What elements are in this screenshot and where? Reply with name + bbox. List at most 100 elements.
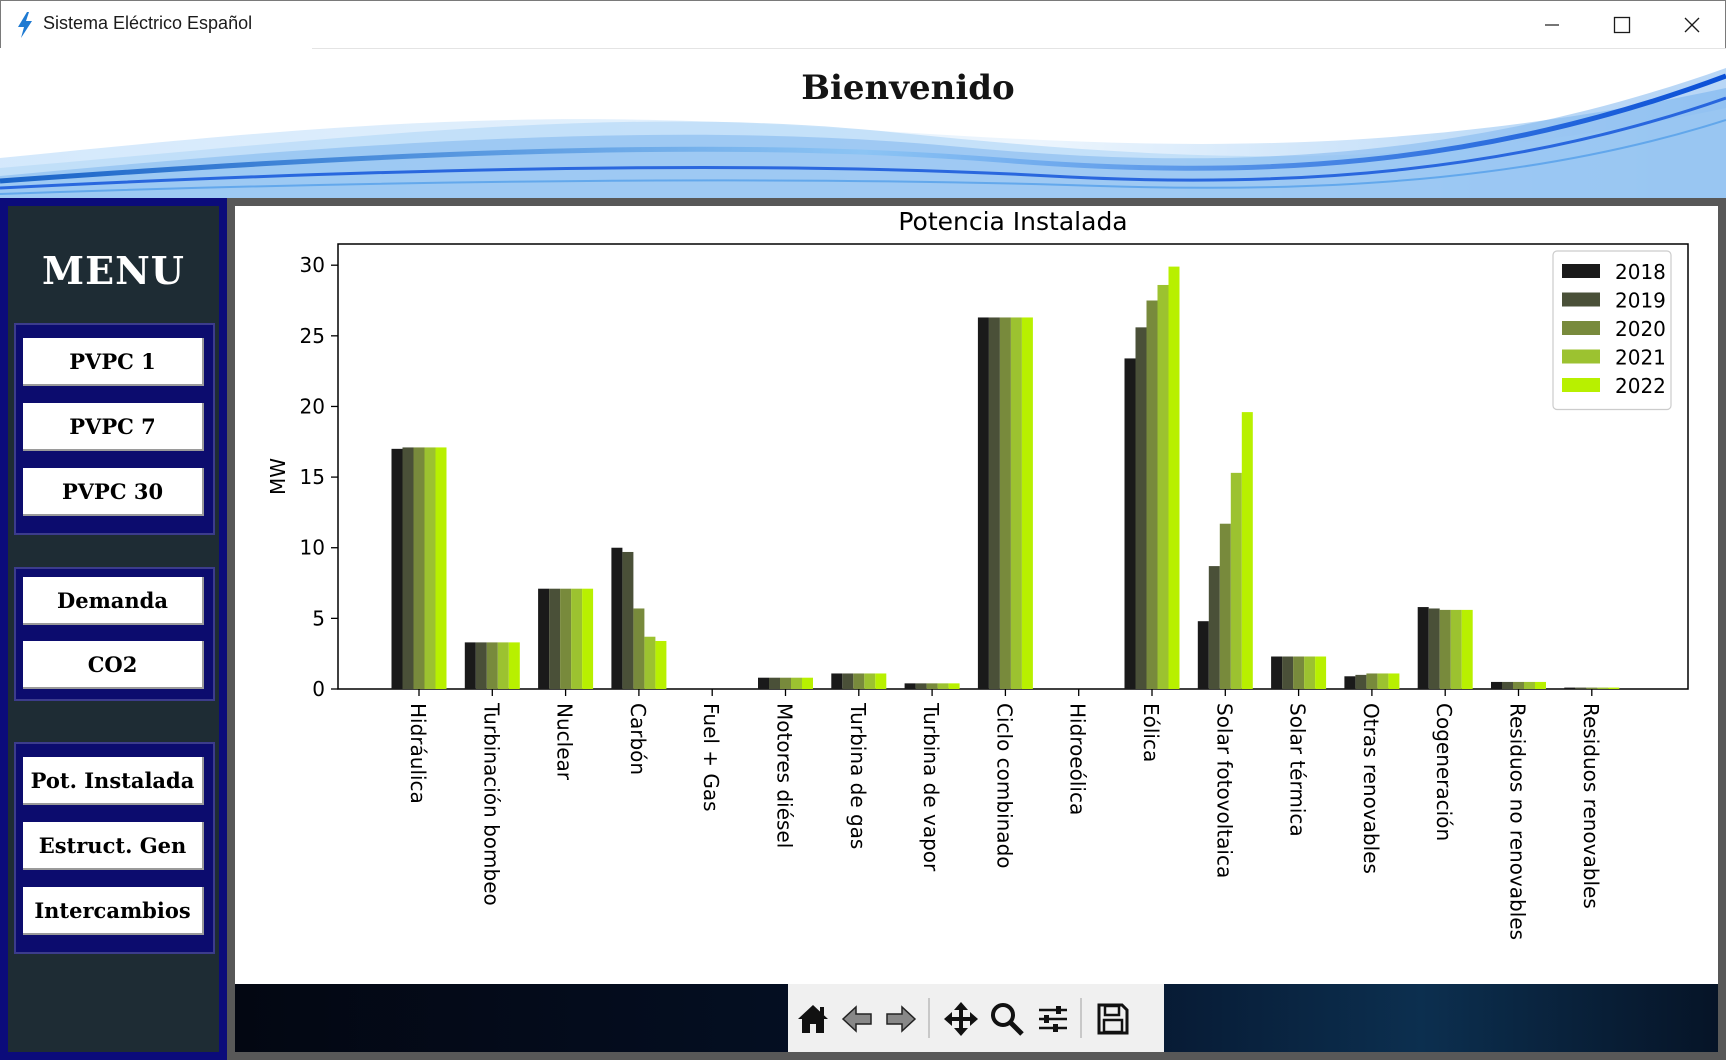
bar-2018-5 (758, 677, 769, 689)
x-tick-label: Fuel + Gas (699, 703, 723, 812)
home-button[interactable] (792, 998, 834, 1040)
bar-2021-13 (1377, 673, 1389, 689)
bar-2019-10 (1135, 327, 1147, 689)
bar-2022-5 (802, 677, 813, 689)
configure-subplots-button[interactable] (1032, 998, 1074, 1040)
maximize-button[interactable] (1587, 1, 1657, 49)
bar-2018-13 (1344, 676, 1356, 689)
bar-2021-2 (571, 588, 583, 689)
bar-2020-0 (413, 447, 425, 689)
bar-2019-8 (988, 317, 1000, 689)
bar-2018-15 (1491, 681, 1502, 689)
bar-2022-14 (1461, 609, 1473, 689)
bar-2021-14 (1450, 609, 1462, 689)
bar-2018-2 (538, 588, 550, 689)
pot-instalada-button[interactable]: Pot. Instalada (23, 757, 204, 805)
bar-2018-7 (904, 683, 916, 689)
chart-canvas[interactable]: Potencia Instalada MW 0 5 10 15 20 25 30 Hidráuli… (235, 206, 1718, 984)
legend-label: 2020 (1615, 317, 1666, 341)
x-tick-label: Ciclo combinado (992, 703, 1016, 869)
x-tick-label: Motores diésel (773, 703, 797, 848)
legend-swatch-2022 (1562, 378, 1600, 392)
bar-2020-1 (486, 642, 498, 689)
bar-2018-3 (611, 547, 623, 689)
bar-2019-3 (622, 551, 634, 689)
sidebar: MENU PVPC 1 PVPC 7 PVPC 30 Demanda CO2 P… (0, 198, 227, 1060)
bar-2021-16 (1597, 687, 1609, 689)
x-tick-label: Cogeneración (1432, 703, 1456, 841)
x-tick-label: Residuos no renovables (1506, 703, 1530, 940)
bar-2019-0 (402, 447, 414, 689)
bar-2022-8 (1021, 317, 1033, 689)
bar-2019-14 (1428, 608, 1440, 689)
window-title: Sistema Eléctrico Español (43, 13, 253, 33)
bar-2020-3 (633, 608, 645, 689)
pan-button[interactable] (940, 998, 982, 1040)
bar-2020-6 (853, 673, 865, 689)
bar-2022-16 (1608, 687, 1620, 689)
bar-2019-5 (769, 677, 780, 689)
bar-2021-15 (1524, 681, 1535, 689)
bar-2019-12 (1282, 656, 1294, 689)
estruct-gen-button[interactable]: Estruct. Gen (23, 822, 204, 870)
x-tick-label: Otras renovables (1359, 703, 1383, 874)
bar-2022-6 (875, 673, 887, 689)
y-tick-label: 25 (300, 324, 325, 348)
bar-2018-6 (831, 673, 843, 689)
home-icon (798, 1005, 828, 1033)
bar-2018-14 (1417, 607, 1429, 689)
header-banner: Bienvenido (0, 48, 1726, 198)
bar-2019-15 (1502, 681, 1513, 689)
legend-swatch-2021 (1562, 349, 1600, 364)
zoom-icon (991, 1003, 1024, 1036)
bar-2022-10 (1168, 266, 1180, 689)
y-tick-label: 20 (300, 394, 325, 418)
pvpc-7-button[interactable]: PVPC 7 (23, 403, 204, 451)
x-tick-label: Solar fotovoltaica (1212, 703, 1236, 878)
bar-2018-16 (1564, 687, 1576, 689)
x-tick-label: Hidráulica (406, 703, 430, 804)
generation-button-group: Pot. Instalada Estruct. Gen Intercambios (14, 742, 215, 954)
demanda-button[interactable]: Demanda (23, 577, 204, 625)
y-tick-label: 10 (300, 536, 325, 560)
forward-button[interactable] (880, 998, 922, 1040)
bar-2018-8 (977, 317, 989, 689)
demand-button-group: Demanda CO2 (14, 567, 215, 701)
y-tick-label: 15 (300, 465, 325, 489)
bar-2021-3 (644, 636, 656, 689)
pan-icon (944, 1002, 978, 1036)
x-tick-label: Residuos renovables (1579, 703, 1603, 909)
minimize-button[interactable] (1517, 1, 1587, 49)
x-tick-label: Eólica (1139, 703, 1163, 762)
bar-2020-13 (1366, 673, 1378, 689)
pvpc-1-button[interactable]: PVPC 1 (23, 338, 204, 386)
bar-chart: Potencia Instalada MW 0 5 10 15 20 25 30 Hidráuli… (266, 207, 1689, 940)
bar-2020-14 (1439, 609, 1451, 689)
close-button[interactable] (1657, 1, 1726, 49)
pvpc-30-button[interactable]: PVPC 30 (23, 468, 204, 516)
y-tick-label: 5 (312, 606, 325, 630)
bar-2022-13 (1388, 673, 1400, 689)
forward-arrow-icon (886, 1005, 917, 1033)
bar-2021-7 (937, 683, 949, 689)
x-tick-label: Turbina de gas (846, 702, 870, 849)
bar-2021-1 (497, 642, 509, 689)
legend-label: 2019 (1615, 289, 1666, 313)
configure-subplots-icon (1039, 1006, 1067, 1032)
co2-button[interactable]: CO2 (23, 641, 204, 689)
bar-2020-5 (780, 677, 791, 689)
page-title: Bienvenido (801, 68, 1015, 108)
bar-2019-13 (1355, 674, 1367, 689)
bar-2022-3 (655, 640, 667, 689)
save-icon (1097, 1003, 1129, 1035)
bar-2018-12 (1271, 656, 1283, 689)
intercambios-button[interactable]: Intercambios (23, 887, 204, 935)
bar-2019-11 (1208, 566, 1220, 689)
save-button[interactable] (1092, 998, 1134, 1040)
back-button[interactable] (836, 998, 878, 1040)
bar-2021-5 (791, 677, 802, 689)
zoom-button[interactable] (986, 998, 1028, 1040)
maximize-icon (1613, 16, 1631, 34)
bar-2022-12 (1315, 656, 1327, 689)
bar-2018-10 (1124, 358, 1136, 689)
